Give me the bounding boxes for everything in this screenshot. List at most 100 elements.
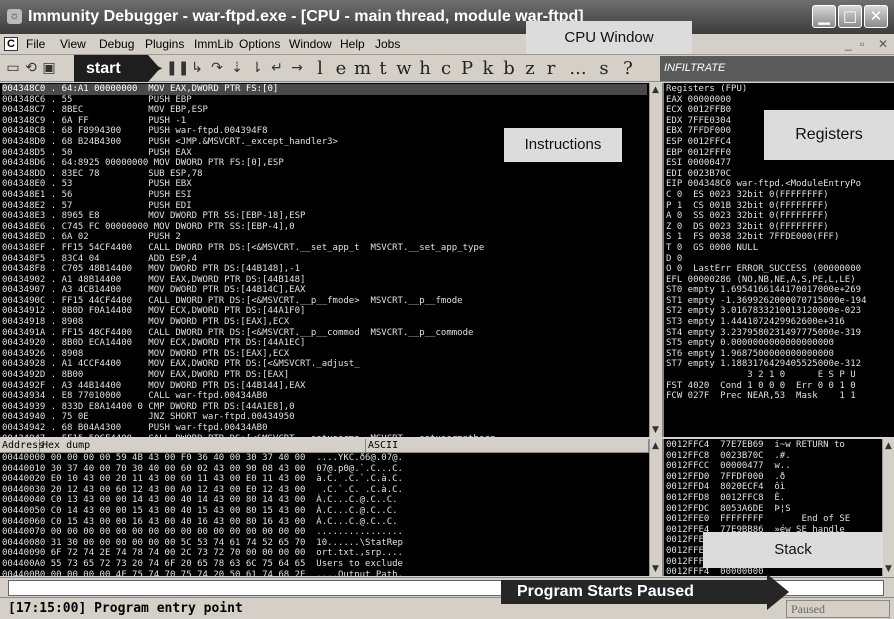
register-line[interactable]: O 0 LastErr ERROR_SUCCESS (00000000 — [666, 264, 892, 275]
scroll-up-icon[interactable]: ▲ — [650, 439, 661, 453]
toolbar-source-button[interactable]: s — [596, 58, 612, 79]
disasm-line[interactable]: 00434920 . 8B0D ECA14400 MOV ECX,DWORD P… — [2, 338, 647, 349]
dump-scrollbar[interactable]: ▲ ▼ — [649, 439, 661, 576]
scroll-down-icon[interactable]: ▼ — [883, 562, 894, 576]
register-line[interactable]: ST3 empty 1.4441072429962600e+316 — [666, 317, 892, 328]
disasm-line[interactable]: 00434947 . FF15 50CF4400 CALL DWORD PTR … — [2, 434, 647, 437]
disasm-line[interactable]: 00434934 . E8 77010000 CALL war-ftpd.004… — [2, 391, 647, 402]
menu-options[interactable]: Options — [239, 37, 280, 51]
open-icon[interactable]: ▭ — [4, 58, 22, 79]
toolbar-threads-button[interactable]: t — [375, 58, 391, 79]
disasm-line[interactable]: 004348E3 . 8965 E8 MOV DWORD PTR SS:[EBP… — [2, 211, 647, 222]
disasm-line[interactable]: 00434912 . 8B0D F0A14400 MOV ECX,DWORD P… — [2, 306, 647, 317]
disasm-line[interactable]: 0043492D . 8B00 MOV EAX,DWORD PTR DS:[EA… — [2, 370, 647, 381]
disassembly-scrollbar[interactable]: ▲ ▼ — [649, 83, 661, 437]
dump-row[interactable]: 00440040 C0 13 43 00 00 14 43 00 40 14 4… — [2, 495, 647, 506]
dump-row[interactable]: 00440070 00 00 00 00 00 00 00 00 00 00 0… — [2, 527, 647, 538]
register-line[interactable]: EIP 004348C0 war-ftpd.<ModuleEntryPo — [666, 179, 892, 190]
disasm-line[interactable]: 0043492F . A3 44B14400 MOV DWORD PTR DS:… — [2, 381, 647, 392]
disasm-line[interactable]: 004348F5 . 83C4 04 ADD ESP,4 — [2, 254, 647, 265]
register-line[interactable]: P 1 CS 001B 32bit 0(FFFFFFFF) — [666, 201, 892, 212]
disasm-line[interactable]: 004348C6 . 55 PUSH EBP — [2, 95, 647, 106]
disasm-line[interactable]: 0043491A . FF15 48CF4400 CALL DWORD PTR … — [2, 328, 647, 339]
dump-ascii-header[interactable]: ASCII — [366, 439, 649, 453]
register-line[interactable]: EDI 0023B70C — [666, 169, 892, 180]
dump-row[interactable]: 00440080 31 30 00 00 00 00 00 00 5C 53 7… — [2, 538, 647, 549]
stack-scrollbar[interactable]: ▲ ▼ — [882, 439, 894, 576]
menu-plugins[interactable]: Plugins — [145, 37, 184, 51]
toolbar-help-button[interactable]: ? — [620, 58, 636, 79]
disasm-line[interactable]: 00434942 . 68 B04A4300 PUSH war-ftpd.004… — [2, 423, 647, 434]
disasm-line[interactable]: 00434902 . A1 48B14400 MOV EAX,DWORD PTR… — [2, 275, 647, 286]
go-to-address-icon[interactable]: → — [288, 58, 306, 79]
menu-immlib[interactable]: ImmLib — [194, 37, 233, 51]
register-line[interactable]: ST6 empty 1.9687500000000000000 — [666, 349, 892, 360]
close-button[interactable]: ✕ — [864, 5, 888, 28]
toolbar-memory-breakpoints-button[interactable]: z — [522, 58, 538, 79]
dump-row[interactable]: 00440020 E0 10 43 00 20 11 43 00 60 11 4… — [2, 474, 647, 485]
scroll-up-icon[interactable]: ▲ — [650, 83, 661, 97]
register-line[interactable]: D 0 — [666, 254, 892, 265]
maximize-button[interactable]: □ — [838, 5, 862, 28]
stack-row[interactable]: 0012FFD8 0012FFC8 È. — [666, 493, 880, 504]
disasm-line[interactable]: 004348C7 . 8BEC MOV EBP,ESP — [2, 105, 647, 116]
disasm-line[interactable]: 00434926 . 8908 MOV DWORD PTR DS:[EAX],E… — [2, 349, 647, 360]
mdi-minimize-icon[interactable]: _ — [845, 37, 852, 51]
menu-help[interactable]: Help — [340, 37, 365, 51]
close-process-icon[interactable]: ▣ — [40, 58, 58, 79]
disasm-line[interactable]: 00434907 . A3 4CB14400 MOV DWORD PTR DS:… — [2, 285, 647, 296]
dump-row[interactable]: 00440090 6F 72 74 2E 74 78 74 00 2C 73 7… — [2, 548, 647, 559]
mdi-close-icon[interactable]: ✕ — [878, 37, 888, 51]
dump-hex-header[interactable]: Hex dump — [40, 439, 366, 453]
register-line[interactable]: A 0 SS 0023 32bit 0(FFFFFFFF) — [666, 211, 892, 222]
register-line[interactable]: Registers (FPU) — [666, 84, 892, 95]
register-line[interactable]: ST7 empty 1.1883176429405525000e-312 — [666, 359, 892, 370]
step-over-icon[interactable]: ↷ — [208, 58, 226, 79]
register-line[interactable]: ST5 empty 0.0000000000000000000 — [666, 338, 892, 349]
stack-row[interactable]: 0012FFD0 7FFDF000 .ð — [666, 472, 880, 483]
disasm-line[interactable]: 004348E6 . C745 FC 00000000 MOV DWORD PT… — [2, 222, 647, 233]
stack-row[interactable]: 0012FFC8 0023B70C .#. — [666, 451, 880, 462]
toolbar-references-button[interactable]: r — [543, 58, 559, 79]
toolbar-run-trace-button[interactable]: ... — [566, 58, 590, 79]
menu-debug[interactable]: Debug — [99, 37, 134, 51]
menu-window[interactable]: Window — [289, 37, 332, 51]
register-line[interactable]: EFL 00000286 (NO,NB,NE,A,S,PE,L,LE) — [666, 275, 892, 286]
toolbar-cpu-button[interactable]: c — [438, 58, 454, 79]
menu-view[interactable]: View — [60, 37, 86, 51]
register-line[interactable]: FST 4020 Cond 1 0 0 0 Err 0 0 1 0 — [666, 381, 892, 392]
register-line[interactable]: 3 2 1 0 E S P U — [666, 370, 892, 381]
scroll-down-icon[interactable]: ▼ — [650, 562, 661, 576]
step-into-icon[interactable]: ↳ — [188, 58, 206, 79]
scroll-up-icon[interactable]: ▲ — [883, 439, 894, 453]
stack-row[interactable]: 0012FFD4 8020ECF4 ôì — [666, 482, 880, 493]
disasm-line[interactable]: 004348EF . FF15 54CF4400 CALL DWORD PTR … — [2, 243, 647, 254]
toolbar-patches-button[interactable]: P — [459, 58, 475, 79]
dump-pane[interactable]: 00440000 00 00 00 00 59 4B 43 00 F0 36 4… — [0, 453, 649, 576]
register-line[interactable]: FCW 027F Prec NEAR,53 Mask 1 1 — [666, 391, 892, 402]
register-line[interactable]: C 0 ES 0023 32bit 0(FFFFFFFF) — [666, 190, 892, 201]
disasm-line[interactable]: 00434928 . A1 4CCF4400 MOV EAX,DWORD PTR… — [2, 359, 647, 370]
disasm-line[interactable]: 00434940 . 75 0E JNZ SHORT war-ftpd.0043… — [2, 412, 647, 423]
dump-address-header[interactable]: Address — [0, 439, 44, 453]
register-line[interactable]: Z 0 DS 0023 32bit 0(FFFFFFFF) — [666, 222, 892, 233]
toolbar-call-stack-button[interactable]: k — [480, 58, 496, 79]
restart-icon[interactable]: ⟲ — [22, 58, 40, 79]
dump-row[interactable]: 00440010 30 37 40 00 70 30 40 00 60 02 4… — [2, 464, 647, 475]
disasm-line[interactable]: 00434939 . 833D E8A14400 0 CMP DWORD PTR… — [2, 402, 647, 413]
dump-row[interactable]: 004400B0 00 00 00 00 4F 75 74 70 75 74 2… — [2, 570, 647, 576]
register-line[interactable]: ST2 empty 3.0167833210013120000e-023 — [666, 306, 892, 317]
disasm-line[interactable]: 00434918 . 8908 MOV DWORD PTR DS:[EAX],E… — [2, 317, 647, 328]
menu-file[interactable]: File — [26, 37, 45, 51]
scroll-down-icon[interactable]: ▼ — [650, 423, 661, 437]
pause-icon[interactable]: ❚❚ — [166, 58, 189, 79]
dump-row[interactable]: 004400A0 55 73 65 72 73 20 74 6F 20 65 7… — [2, 559, 647, 570]
register-line[interactable]: ST4 empty 3.2379580231497775000e-319 — [666, 328, 892, 339]
register-line[interactable]: T 0 GS 0000 NULL — [666, 243, 892, 254]
trace-over-icon[interactable]: ⇂ — [248, 58, 266, 79]
cpu-window-icon[interactable]: C — [4, 37, 18, 51]
toolbar-windows-button[interactable]: w — [396, 58, 412, 79]
dump-row[interactable]: 00440000 00 00 00 00 59 4B 43 00 F0 36 4… — [2, 453, 647, 464]
execute-till-return-icon[interactable]: ↵ — [268, 58, 286, 79]
disasm-line[interactable]: 004348E0 . 53 PUSH EBX — [2, 179, 647, 190]
